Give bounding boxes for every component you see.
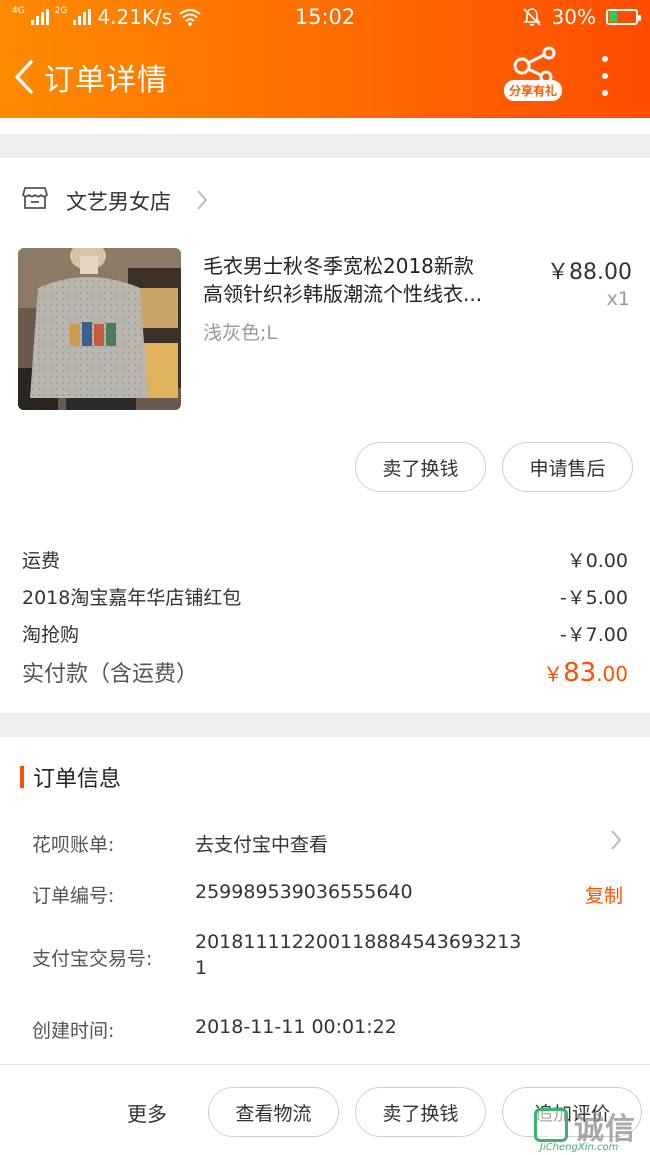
status-bar: 4G 2G 4.21K/s 15:02 30%	[0, 0, 650, 34]
total-decimal: .00	[596, 662, 628, 686]
vertical-dots-icon	[602, 56, 608, 62]
battery-fill	[609, 12, 618, 22]
product-image[interactable]	[18, 248, 181, 410]
watermark-url: JiChengXin.com	[540, 1142, 619, 1153]
product-photo	[18, 248, 181, 410]
created-time-value: 2018-11-11 00:01:22	[195, 1016, 397, 1038]
fee-row-flash-sale: 淘抢购 -￥7.00	[22, 620, 628, 647]
order-item-card: 文艺男女店 毛衣男士秋冬季宽松2018新款 高领针织衫韩版潮流个性线衣... 浅…	[0, 158, 650, 713]
product-price: ￥88.00	[547, 260, 632, 285]
chevron-right-icon	[197, 190, 208, 210]
fee-label: 淘抢购	[22, 624, 80, 646]
product-title-line-2: 高领针织衫韩版潮流个性线衣...	[203, 282, 483, 306]
store-icon	[22, 187, 48, 209]
huabei-label: 花呗账单:	[32, 834, 115, 856]
chevron-left-icon	[15, 60, 33, 94]
page-title: 订单详情	[44, 63, 168, 98]
product-sku: 浅灰色;L	[203, 322, 277, 344]
watermark: 诚信 JiChengXin.com	[534, 1104, 650, 1155]
total-row: 实付款（含运费） ￥83.00	[22, 656, 628, 688]
network-speed: 4.21K/s	[97, 5, 173, 29]
total-integer: 83	[563, 658, 597, 688]
sell-for-cash-bottom-button[interactable]: 卖了换钱	[355, 1087, 486, 1137]
nav-bar: 订单详情 分享有礼	[0, 40, 650, 114]
alipay-trade-value-line-2: 1	[195, 957, 208, 979]
order-number-label: 订单编号:	[32, 885, 115, 907]
fee-value: -￥5.00	[559, 587, 628, 609]
watermark-logo-icon	[534, 1108, 568, 1142]
created-time-label: 创建时间:	[32, 1020, 115, 1042]
shop-name: 文艺男女店	[66, 190, 171, 214]
share-gift-button[interactable]: 分享有礼	[500, 46, 566, 108]
fee-row-shipping: 运费 ￥0.00	[22, 546, 628, 573]
alipay-trade-label: 支付宝交易号:	[32, 948, 153, 970]
total-label: 实付款（含运费）	[22, 662, 199, 687]
fee-label: 运费	[22, 550, 61, 572]
fee-label: 2018淘宝嘉年华店铺红包	[22, 587, 242, 609]
signal-tag-1: 4G	[12, 5, 25, 16]
fee-value: ￥0.00	[566, 550, 628, 572]
status-right: 30%	[522, 5, 641, 29]
signal-tag-2: 2G	[54, 5, 68, 16]
view-logistics-button[interactable]: 查看物流	[208, 1087, 339, 1137]
product-title-line-1: 毛衣男士秋冬季宽松2018新款	[203, 254, 474, 278]
after-sale-button[interactable]: 申请售后	[502, 442, 633, 492]
chevron-right-icon[interactable]	[610, 829, 622, 851]
more-actions-button[interactable]: 更多	[127, 1098, 167, 1127]
battery-icon	[606, 9, 641, 25]
wifi-icon	[179, 9, 201, 26]
product-quantity: x1	[606, 288, 630, 310]
status-left: 4G 2G 4.21K/s	[12, 5, 202, 29]
share-icon	[513, 46, 556, 84]
bell-off-icon	[522, 8, 541, 26]
signal-icon-2	[73, 9, 92, 25]
section-accent-bar	[20, 766, 24, 788]
alipay-trade-value-line-1: 201811112200118884543693213	[195, 931, 522, 953]
product-title[interactable]: 毛衣男士秋冬季宽松2018新款 高领针织衫韩版潮流个性线衣...	[203, 252, 531, 308]
order-number-value: 259989539036555640	[195, 881, 413, 903]
battery-percent: 30%	[551, 5, 596, 29]
back-button[interactable]	[4, 47, 44, 107]
header: 4G 2G 4.21K/s 15:02 30% 订单详情 分享有礼	[0, 0, 650, 118]
top-divider-strip	[0, 118, 650, 134]
huabei-link[interactable]: 去支付宝中查看	[195, 830, 328, 857]
copy-order-number-button[interactable]: 复制	[585, 881, 623, 908]
fee-row-coupon: 2018淘宝嘉年华店铺红包 -￥5.00	[22, 583, 628, 610]
signal-icon	[30, 9, 49, 25]
more-menu-button[interactable]	[590, 56, 620, 96]
order-info-title: 订单信息	[33, 767, 122, 792]
fee-value: -￥7.00	[559, 624, 628, 646]
sell-for-cash-button[interactable]: 卖了换钱	[355, 442, 486, 492]
total-currency: ￥	[543, 662, 564, 686]
order-info-card: 订单信息 花呗账单: 去支付宝中查看 订单编号: 259989539036555…	[0, 737, 650, 1064]
share-gift-label: 分享有礼	[503, 80, 562, 101]
total-amount: ￥83.00	[543, 658, 628, 688]
